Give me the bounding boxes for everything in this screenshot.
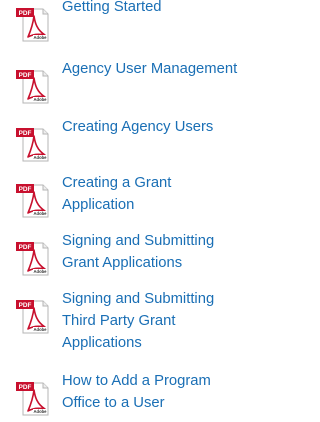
pdf-file-icon[interactable]: [16, 240, 53, 277]
document-link-add-program-office[interactable]: How to Add a Program Office to a User: [62, 370, 247, 414]
document-link-agency-user-management[interactable]: Agency User Management: [62, 58, 247, 80]
pdf-file-icon[interactable]: [16, 298, 53, 335]
pdf-file-icon[interactable]: [16, 6, 53, 43]
pdf-file-icon[interactable]: [16, 68, 53, 105]
document-link-creating-agency-users[interactable]: Creating Agency Users: [62, 116, 247, 138]
document-link-signing-submitting-third-party[interactable]: Signing and Submitting Third Party Grant…: [62, 288, 247, 354]
document-link-getting-started[interactable]: Getting Started: [62, 0, 247, 18]
document-link-signing-submitting-grant-applications[interactable]: Signing and Submitting Grant Application…: [62, 230, 247, 274]
pdf-file-icon[interactable]: [16, 126, 53, 163]
pdf-file-icon[interactable]: [16, 380, 53, 417]
document-link-creating-grant-application[interactable]: Creating a Grant Application: [62, 172, 247, 216]
pdf-file-icon[interactable]: [16, 182, 53, 219]
